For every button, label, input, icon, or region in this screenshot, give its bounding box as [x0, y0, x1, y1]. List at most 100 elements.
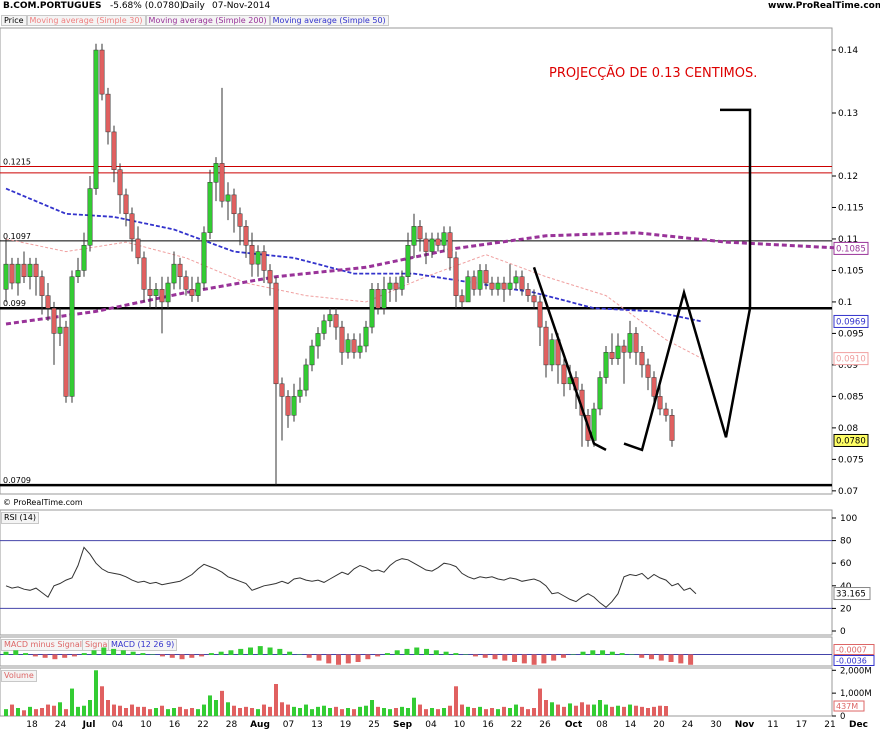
candle-body [447, 232, 453, 259]
candle-body [513, 276, 519, 284]
candle-body [531, 295, 537, 303]
macd-histogram-bar [111, 648, 117, 655]
candle-body [291, 396, 297, 416]
candle-body [219, 163, 225, 202]
macd-histogram-bar [531, 654, 537, 665]
macd-histogram-bar [560, 654, 566, 658]
candle-body [477, 270, 483, 290]
ma50-line [5, 187, 703, 323]
candle-body [87, 188, 93, 246]
rsi-panel-border [0, 509, 833, 636]
candle-body [441, 232, 447, 246]
rsi-y-tick-label: 0 [840, 627, 846, 637]
macd-histogram-bar [257, 646, 263, 655]
macd-histogram-bar [3, 651, 9, 655]
volume-bar [664, 706, 668, 716]
volume-bar [562, 706, 566, 716]
macd-histogram-bar [492, 654, 498, 660]
x-tick-label: 19 [340, 720, 352, 730]
candle-body [9, 263, 15, 284]
x-tick-label: 28 [226, 720, 238, 730]
volume-bar [646, 708, 650, 716]
x-tick-label: Oct [565, 720, 583, 730]
macd-histogram-bar [23, 653, 29, 655]
candle-body [225, 194, 231, 202]
candle-body [417, 226, 423, 240]
value-tag-label: 0.0969 [836, 317, 866, 327]
macd-histogram-bar [384, 653, 390, 655]
candle-body [651, 377, 657, 397]
macd-histogram-bar [365, 654, 371, 660]
macd-histogram-bar [600, 650, 606, 655]
volume-bar [604, 704, 608, 716]
candle-body [621, 345, 627, 353]
candle-body [489, 282, 495, 290]
volume-bar [424, 709, 428, 716]
candle-body [351, 339, 357, 353]
macd-histogram-bar [91, 650, 97, 655]
value-tag-label: 0.1085 [836, 244, 866, 254]
candle-body [93, 49, 99, 189]
candle-body [465, 276, 471, 303]
volume-bar [622, 706, 626, 716]
macd-histogram-bar [433, 650, 439, 655]
volume-bar [544, 700, 548, 716]
macd-histogram-bar [345, 654, 351, 664]
candle-body [303, 364, 309, 391]
volume-bar [592, 704, 596, 716]
x-tick-label: Aug [250, 720, 270, 730]
x-tick-label: 18 [26, 720, 38, 730]
macd-histogram-bar [609, 651, 615, 655]
candle-body [177, 263, 183, 277]
x-tick-label: 22 [197, 720, 208, 730]
x-tick-label: 21 [824, 720, 835, 730]
macd-histogram-bar [296, 654, 302, 655]
volume-bar [22, 710, 26, 716]
candle-body [309, 345, 315, 366]
candle-body [279, 383, 285, 397]
candle-body [471, 276, 477, 290]
candle-body [141, 257, 147, 290]
volume-bar [70, 688, 74, 716]
volume-bar [262, 704, 266, 716]
candle-body [237, 213, 243, 227]
candle-body [57, 326, 63, 334]
volume-bar [376, 706, 380, 716]
candle-body [285, 396, 291, 416]
volume-bar [406, 708, 410, 716]
macd-histogram-bar [287, 651, 293, 655]
w-pattern-line [623, 108, 752, 452]
volume-bar [124, 708, 128, 716]
volume-bar [202, 704, 206, 716]
macd-histogram-bar [248, 647, 253, 655]
volume-bar [268, 706, 272, 716]
x-tick-label: 24 [55, 720, 67, 730]
volume-bar [460, 704, 464, 716]
candle-body [411, 226, 417, 246]
macd-histogram-bar [463, 654, 469, 655]
volume-y-tick-label: 2,000M [840, 666, 872, 676]
candle-body [111, 131, 117, 170]
volume-bar [568, 703, 572, 716]
volume-bar [142, 706, 146, 716]
macd-histogram-bar [688, 654, 694, 665]
volume-bar [478, 706, 482, 716]
volume-bar [10, 704, 14, 716]
volume-bar [148, 709, 152, 716]
x-tick-label: 10 [454, 720, 466, 730]
candle-body [201, 232, 207, 284]
volume-bar [658, 705, 662, 716]
candle-body [405, 245, 411, 277]
rsi-y-tick-label: 100 [840, 514, 857, 524]
candle-body [387, 282, 393, 290]
price-y-tick-label: 0.105 [838, 266, 864, 276]
macd-histogram-bar [639, 654, 645, 658]
candle-body [21, 263, 27, 277]
candle-body [423, 238, 429, 252]
candle-body [105, 93, 111, 133]
volume-bar [574, 705, 578, 716]
x-tick-label: 22 [511, 720, 522, 730]
volume-bar [334, 706, 338, 716]
volume-bar [298, 708, 302, 716]
price-y-tick-label: 0.12 [838, 172, 858, 182]
